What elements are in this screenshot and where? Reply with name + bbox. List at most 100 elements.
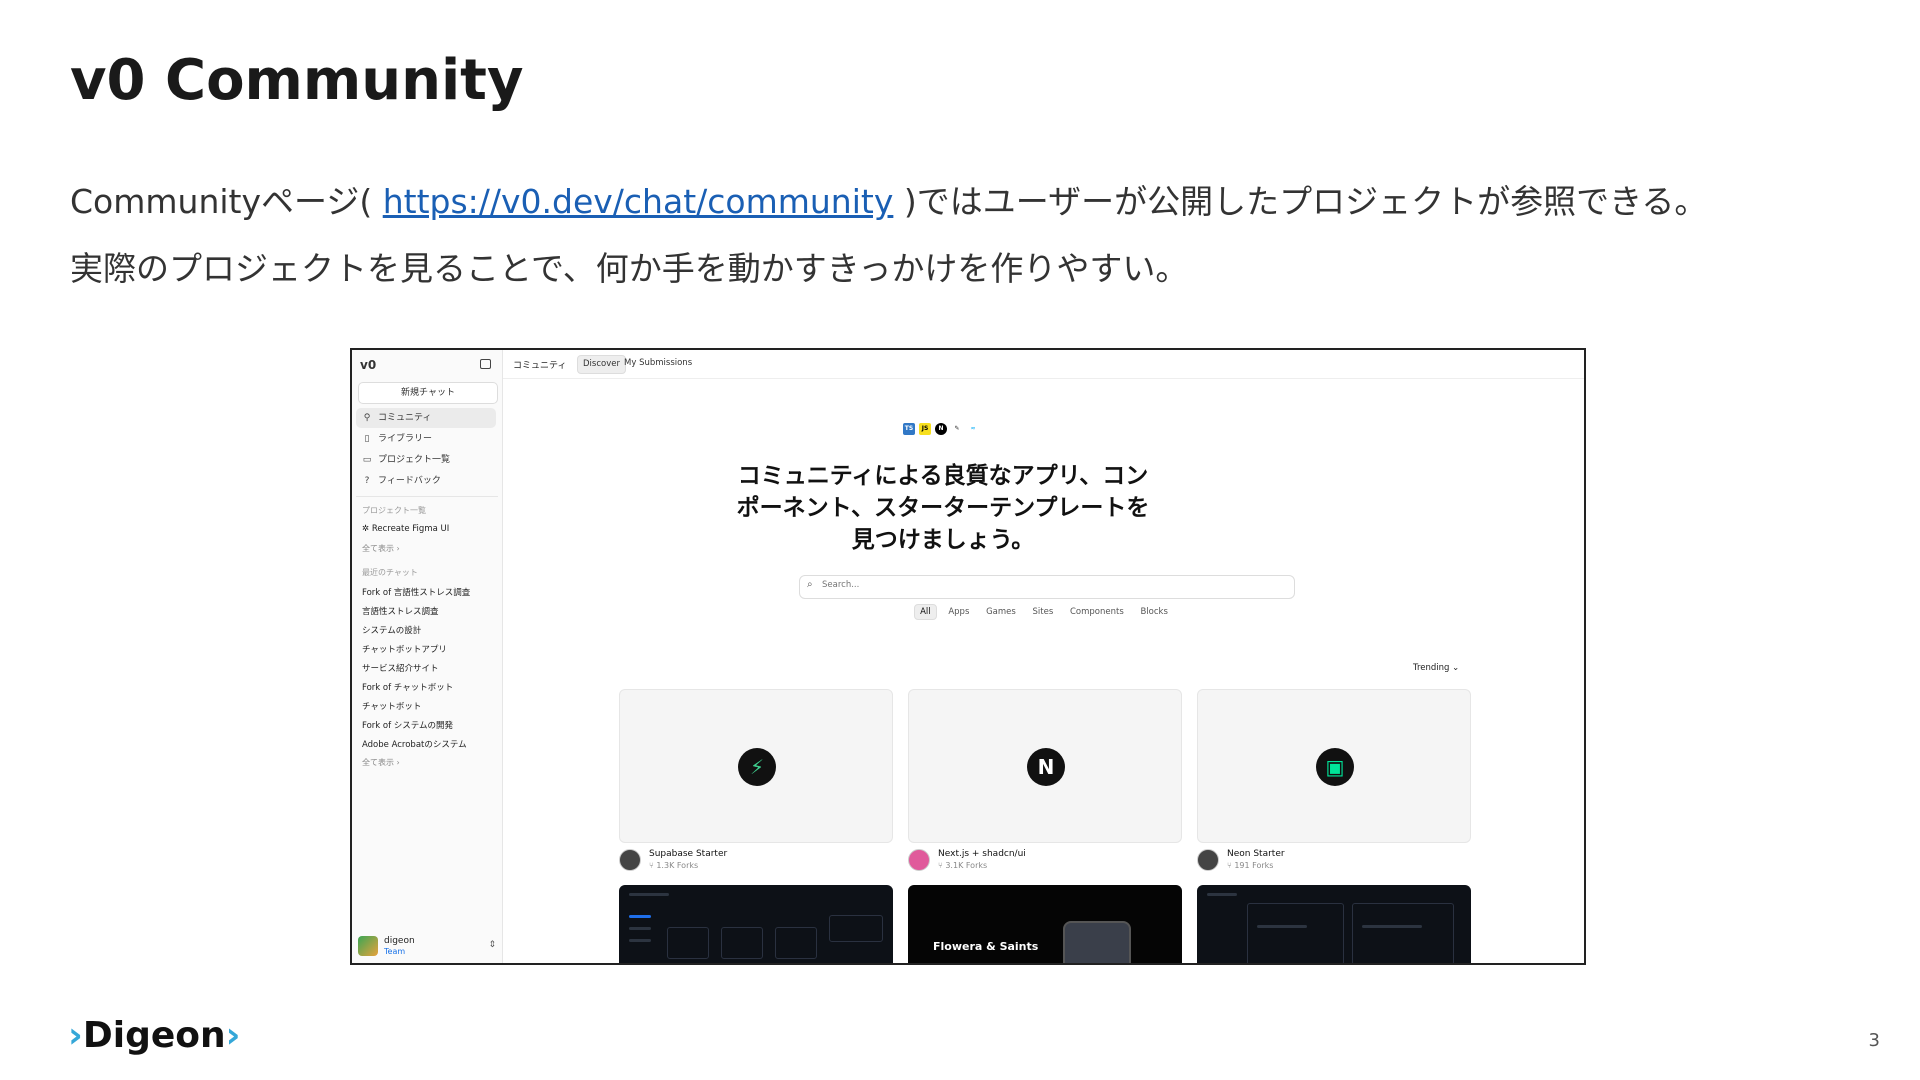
avatar[interactable] [908,849,930,871]
recent-chat-item[interactable]: Fork of システムの開発 [362,719,453,731]
description-prefix: Communityページ( [70,182,373,221]
card-title[interactable]: Next.js + shadcn/ui [938,849,1026,859]
filter-apps[interactable]: Apps [943,605,974,619]
filter-sites[interactable]: Sites [1028,605,1059,619]
digeon-logo: ›Digeon› [68,1015,240,1056]
brand-name: Digeon [82,1015,226,1056]
recent-chat-item[interactable]: サービス紹介サイト [362,662,439,674]
filter-all[interactable]: All [914,604,937,620]
hero-heading: コミュニティによる良質なアプリ、コン ポーネント、スターターテンプレートを 見つ… [703,460,1183,556]
dark-card-title: Flowera & Saints [933,940,1039,953]
app-card-thumbnail[interactable] [1197,885,1471,963]
help-icon: ? [364,476,370,486]
main-panel: コミュニティ Discover My Submissions TS JS N ✎… [503,350,1584,963]
recent-chat-item[interactable]: チャットボットアプリ [362,643,447,655]
recent-chats-heading: 最近のチャット [362,568,418,577]
filter-components[interactable]: Components [1065,605,1129,619]
filter-games[interactable]: Games [981,605,1021,619]
dashboard-card-thumbnail[interactable] [619,885,893,963]
page-label: コミュニティ [513,361,567,371]
neon-icon: ▣ [1316,748,1354,786]
avatar[interactable] [1197,849,1219,871]
new-chat-button[interactable]: 新規チャット [358,382,498,404]
community-link[interactable]: https://v0.dev/chat/community [383,182,894,221]
fork-count: 1.3K Forks [656,861,699,870]
show-all-projects-link[interactable]: 全て表示 › [362,543,400,554]
user-name: digeon [384,936,415,946]
card-title[interactable]: Supabase Starter [649,849,727,859]
preview-bar [629,915,651,918]
sidebar-toggle-icon[interactable] [480,359,491,369]
nextjs-logo-icon: N [1027,748,1065,786]
typescript-icon: TS [903,423,915,435]
preview-bar [629,893,669,896]
sparkle-icon: ✲ [362,524,372,534]
sidebar-item-community[interactable]: ⚲ コミュニティ [356,408,496,428]
user-team: Team [384,947,406,956]
sidebar-item-library[interactable]: ▯ ライブラリー [356,429,496,449]
card-title[interactable]: Neon Starter [1227,849,1285,859]
card-forks: ⑂ 3.1K Forks [938,861,987,870]
recent-chat-item[interactable]: Adobe Acrobatのシステム [362,738,467,750]
preview-bar [1362,925,1422,928]
tab-my-submissions[interactable]: My Submissions [619,355,697,372]
description-line-2: 実際のプロジェクトを見ることで、何か手を動かすきっかけを作りやすい。 [70,249,1189,288]
chevron-right-icon: › [225,1015,241,1056]
filter-blocks[interactable]: Blocks [1135,605,1172,619]
preview-panel [667,927,709,959]
preview-bar [1257,925,1307,928]
top-bar: コミュニティ Discover My Submissions [503,350,1584,379]
hero-line: コミュニティによる良質なアプリ、コン [737,463,1149,489]
v0-logo[interactable]: v0 [360,358,376,372]
preview-panel [775,927,817,959]
projects-heading: プロジェクト一覧 [362,506,426,515]
fork-count: 191 Forks [1234,861,1274,870]
avatar[interactable] [619,849,641,871]
fork-count: 3.1K Forks [945,861,988,870]
nextjs-icon: N [935,423,947,435]
javascript-icon: JS [919,423,931,435]
divider [356,496,498,497]
sidebar: v0 新規チャット ⚲ コミュニティ ▯ ライブラリー ▭ プロジェクト一覧 ? フィー… [352,350,503,963]
sidebar-item-projects[interactable]: ▭ プロジェクト一覧 [356,450,496,470]
show-all-chats-link[interactable]: 全て表示 › [362,757,400,768]
user-account-switcher[interactable]: digeon Team ⇕ [358,935,498,957]
community-icon: ⚲ [363,413,371,423]
sidebar-item-label: ライブラリー [378,434,433,444]
project-item[interactable]: ✲ Recreate Figma UI [362,524,449,534]
recent-chat-item[interactable]: システムの設計 [362,624,421,636]
project-item-label: Recreate Figma UI [371,524,450,534]
pen-icon: ✎ [954,425,960,432]
preview-bar [1207,893,1237,896]
recent-chat-item[interactable]: Fork of チャットボット [362,681,453,693]
recent-chat-item[interactable]: チャットボット [362,700,421,712]
slide-title: v0 Community [70,48,524,113]
card-thumbnail[interactable]: ⚡ [619,689,893,843]
sidebar-item-label: フィードバック [378,476,441,486]
search-input[interactable] [820,579,1284,591]
recent-chat-item[interactable]: Fork of 言語性ストレス調査 [362,586,470,598]
recent-chat-item[interactable]: 言語性ストレス調査 [362,605,439,617]
library-icon: ▯ [364,434,370,444]
chevron-updown-icon: ⇕ [488,940,496,950]
tailwind-icon: ≈ [970,425,976,432]
chevron-down-icon: ⌄ [1452,663,1460,673]
preview-bar [629,939,651,942]
sort-dropdown[interactable]: Trending ⌄ [1413,663,1459,673]
card-thumbnail[interactable]: ▣ [1197,689,1471,843]
card-forks: ⑂ 1.3K Forks [649,861,698,870]
card-thumbnail[interactable]: N [908,689,1182,843]
description-line-1: Communityページ( https://v0.dev/chat/commun… [70,175,1707,223]
sidebar-item-label: プロジェクト一覧 [378,455,451,465]
card-forks: ⑂ 191 Forks [1227,861,1273,870]
flowera-card-thumbnail[interactable]: Flowera & Saints [908,885,1182,963]
sort-label: Trending [1413,663,1450,673]
hero-line: 見つけましょう。 [851,527,1035,553]
preview-panel [721,927,763,959]
category-filters: All Apps Games Sites Components Blocks [503,604,1584,620]
preview-panel [1352,903,1454,963]
chevron-right-icon: › [68,1015,83,1056]
sidebar-item-feedback[interactable]: ? フィードバック [356,471,496,491]
search-box[interactable]: ⌕ [799,575,1295,599]
description-suffix: )ではユーザーが公開したプロジェクトが参照できる。 [903,182,1708,221]
